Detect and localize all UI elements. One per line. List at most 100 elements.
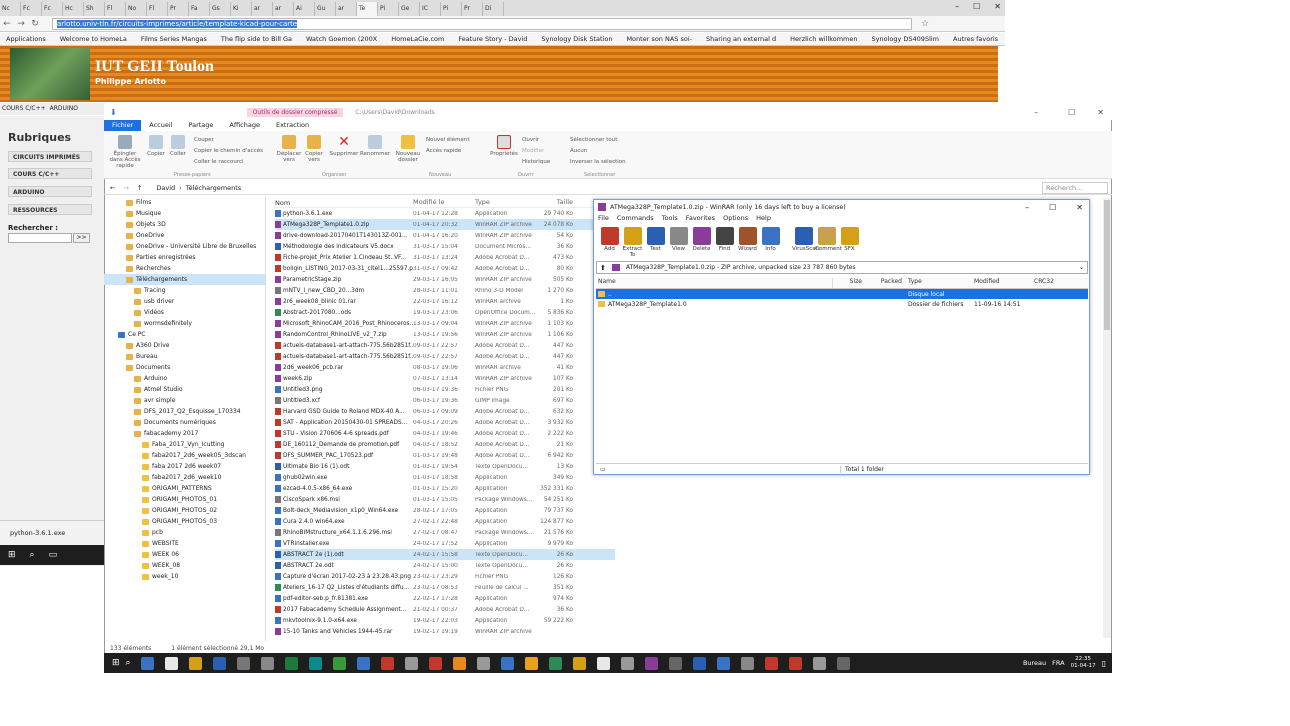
- minimize-icon[interactable]: –: [955, 2, 959, 16]
- file-row[interactable]: Microsoft_RhinoCAM_2016_Post_Rhinoceros.…: [275, 318, 615, 329]
- nav-item[interactable]: faba 2017 2d6 week07: [104, 461, 265, 472]
- file-row[interactable]: Abstract-2017080...ods 19-03-17 23:06 Open…: [275, 307, 615, 318]
- taskbar-app-icon[interactable]: [764, 656, 778, 670]
- col-size[interactable]: Taille: [537, 198, 573, 207]
- taskbar-desktop-label[interactable]: Bureau: [1023, 659, 1046, 667]
- crumb-downloads[interactable]: Téléchargements: [186, 184, 241, 192]
- taskbar-app-icon[interactable]: [452, 656, 466, 670]
- taskbar-app-icon[interactable]: [140, 656, 154, 670]
- winrar-menu-item[interactable]: Favorites: [686, 214, 715, 225]
- file-row[interactable]: 2d6_week06_pcb.rar 08-03-17 19:06 WinRAR a…: [275, 362, 615, 373]
- forward-icon[interactable]: →: [14, 19, 28, 29]
- paste-shortcut-button[interactable]: Coller le raccourci: [194, 159, 244, 165]
- file-row[interactable]: boligin_LISTING_2017-03-31_citel1...2559…: [275, 263, 615, 274]
- taskbar-app-icon[interactable]: [692, 656, 706, 670]
- delete-button[interactable]: ✕ Supprimer: [329, 135, 359, 157]
- browser-tab[interactable]: Ai: [294, 2, 315, 16]
- nav-cours[interactable]: COURS C/C++: [2, 105, 46, 113]
- copy-to-button[interactable]: Copier vers: [303, 135, 325, 163]
- bookmark-item[interactable]: Synology DS409Slim: [872, 35, 940, 43]
- taskbar-app-icon[interactable]: [644, 656, 658, 670]
- taskbar-app-icon[interactable]: [812, 656, 826, 670]
- file-row[interactable]: python-3.6.1.exe 01-04-17 12:28 Applicatio…: [275, 208, 615, 219]
- winrar-row[interactable]: ATMega328P_Template1.0 Dossier de fichier…: [596, 299, 1088, 309]
- new-item-button[interactable]: Nouvel élément: [426, 137, 470, 143]
- crumb-david[interactable]: David: [156, 184, 175, 192]
- nav-item[interactable]: week_10: [104, 571, 265, 582]
- winrar-tool-button[interactable]: Comment: [815, 225, 842, 260]
- tab-accueil[interactable]: Accueil: [141, 120, 180, 131]
- browser-tab[interactable]: Gs: [210, 2, 231, 16]
- taskbar-app-icon[interactable]: [668, 656, 682, 670]
- bookmark-item[interactable]: Autres favoris: [953, 35, 998, 43]
- bookmark-item[interactable]: Welcome to HomeLa: [60, 35, 127, 43]
- bookmark-item[interactable]: Watch Goemon (200X: [306, 35, 377, 43]
- bookmark-item[interactable]: Herzlich willkommen: [790, 35, 857, 43]
- winrar-tool-button[interactable]: Find: [713, 225, 736, 260]
- browser-tab[interactable]: Fc: [21, 2, 42, 16]
- file-row[interactable]: ABSTRACT 2e (1).odt 24-02-17 15:58 Texte O…: [275, 549, 615, 560]
- nav-item[interactable]: faba2017_2d6_week05_3dscan: [104, 450, 265, 461]
- file-row[interactable]: VTRinstaller.exe 24-02-17 17:52 Applicatio…: [275, 538, 615, 549]
- nav-item[interactable]: Documents: [104, 362, 265, 373]
- rar-col-name[interactable]: Name: [596, 278, 832, 288]
- file-row[interactable]: actuels-database1-art-attach-775.56b2851…: [275, 351, 615, 362]
- file-row[interactable]: DE_160112_Demande de promotion.pdf 04-03-…: [275, 439, 615, 450]
- taskbar-app-icon[interactable]: [332, 656, 346, 670]
- taskbar-app-icon[interactable]: [356, 656, 370, 670]
- up-arrow-icon[interactable]: ↑: [137, 184, 142, 192]
- menu-cours[interactable]: COURS C/C++: [8, 168, 92, 179]
- nav-item[interactable]: avr simple: [104, 395, 265, 406]
- back-icon[interactable]: ←: [0, 19, 14, 29]
- taskbar-app-icon[interactable]: [188, 656, 202, 670]
- nav-item[interactable]: pcb: [104, 527, 265, 538]
- winrar-close-icon[interactable]: ✕: [1076, 203, 1083, 212]
- invert-selection-button[interactable]: Inverser la sélection: [570, 159, 626, 165]
- nav-item[interactable]: Ce PC: [104, 329, 265, 340]
- move-to-button[interactable]: Déplacer vers: [276, 135, 302, 163]
- nav-item[interactable]: WEEK_08: [104, 560, 265, 571]
- site-search-button[interactable]: >>: [73, 233, 90, 243]
- file-row[interactable]: DFS_SUMMER_PAC_170523.pdf 01-03-17 19:48 A…: [275, 450, 615, 461]
- taskbar-clock[interactable]: 22:35 01-04-17: [1071, 656, 1096, 670]
- url-input[interactable]: arlotto.univ-tln.fr/circuits-imprimes/ar…: [52, 17, 912, 30]
- file-row[interactable]: RhinoBIMstructure_x64.1.1.6.296.msi 27-02…: [275, 527, 615, 538]
- nav-item[interactable]: ORIGAMI_PATTERNS: [104, 483, 265, 494]
- nav-item[interactable]: Atmel Studio: [104, 384, 265, 395]
- address-dropdown-icon[interactable]: ⌄: [1079, 264, 1084, 271]
- modify-button[interactable]: Modifier: [522, 148, 544, 154]
- browser-tab[interactable]: Pi: [441, 2, 462, 16]
- bookmark-item[interactable]: HomeLaCie.com: [391, 35, 444, 43]
- taskbar-app-icon[interactable]: [596, 656, 610, 670]
- browser-tab[interactable]: Te: [357, 2, 378, 16]
- nav-item[interactable]: Musique: [104, 208, 265, 219]
- file-row[interactable]: STU - Vision 270606 4-6 spreads.pdf 04-03…: [275, 428, 615, 439]
- context-tab[interactable]: Outils de dossier compressé: [246, 107, 344, 117]
- search-icon[interactable]: ⌕: [30, 550, 35, 560]
- bookmark-item[interactable]: The flip side to Bill Ga: [221, 35, 292, 43]
- taskbar-app-icon[interactable]: [788, 656, 802, 670]
- winrar-menu-item[interactable]: Options: [723, 214, 748, 225]
- taskbar-app-icon[interactable]: [524, 656, 538, 670]
- winrar-tool-button[interactable]: Wizard: [736, 225, 759, 260]
- nav-item[interactable]: Recherches: [104, 263, 265, 274]
- select-none-button[interactable]: Aucun: [570, 148, 587, 154]
- site-search-input[interactable]: [8, 233, 72, 243]
- taskbar-app-icon[interactable]: [500, 656, 514, 670]
- taskbar-app-icon[interactable]: [548, 656, 562, 670]
- tab-partage[interactable]: Partage: [180, 120, 221, 131]
- browser-tab[interactable]: IC: [420, 2, 441, 16]
- forward-arrow-icon[interactable]: →: [123, 184, 128, 192]
- bookmark-item[interactable]: Sharing an external d: [706, 35, 776, 43]
- taskbar-app-icon[interactable]: [716, 656, 730, 670]
- browser-tab[interactable]: Di: [483, 2, 504, 16]
- taskbar-app-icon[interactable]: [572, 656, 586, 670]
- explorer-maximize-icon[interactable]: ☐: [1068, 108, 1075, 117]
- bookmark-item[interactable]: Synology Disk Station: [541, 35, 612, 43]
- nav-item[interactable]: OneDrive - Université Libre de Bruxelles: [104, 241, 265, 252]
- winrar-tool-button[interactable]: Test: [644, 225, 667, 260]
- paste-button[interactable]: Coller: [168, 135, 188, 157]
- back-arrow-icon[interactable]: ←: [110, 184, 115, 192]
- taskbar-app-icon[interactable]: [428, 656, 442, 670]
- file-row[interactable]: pdf-editor-seb.p_fr.81381.exe 22-02-17 17…: [275, 593, 615, 604]
